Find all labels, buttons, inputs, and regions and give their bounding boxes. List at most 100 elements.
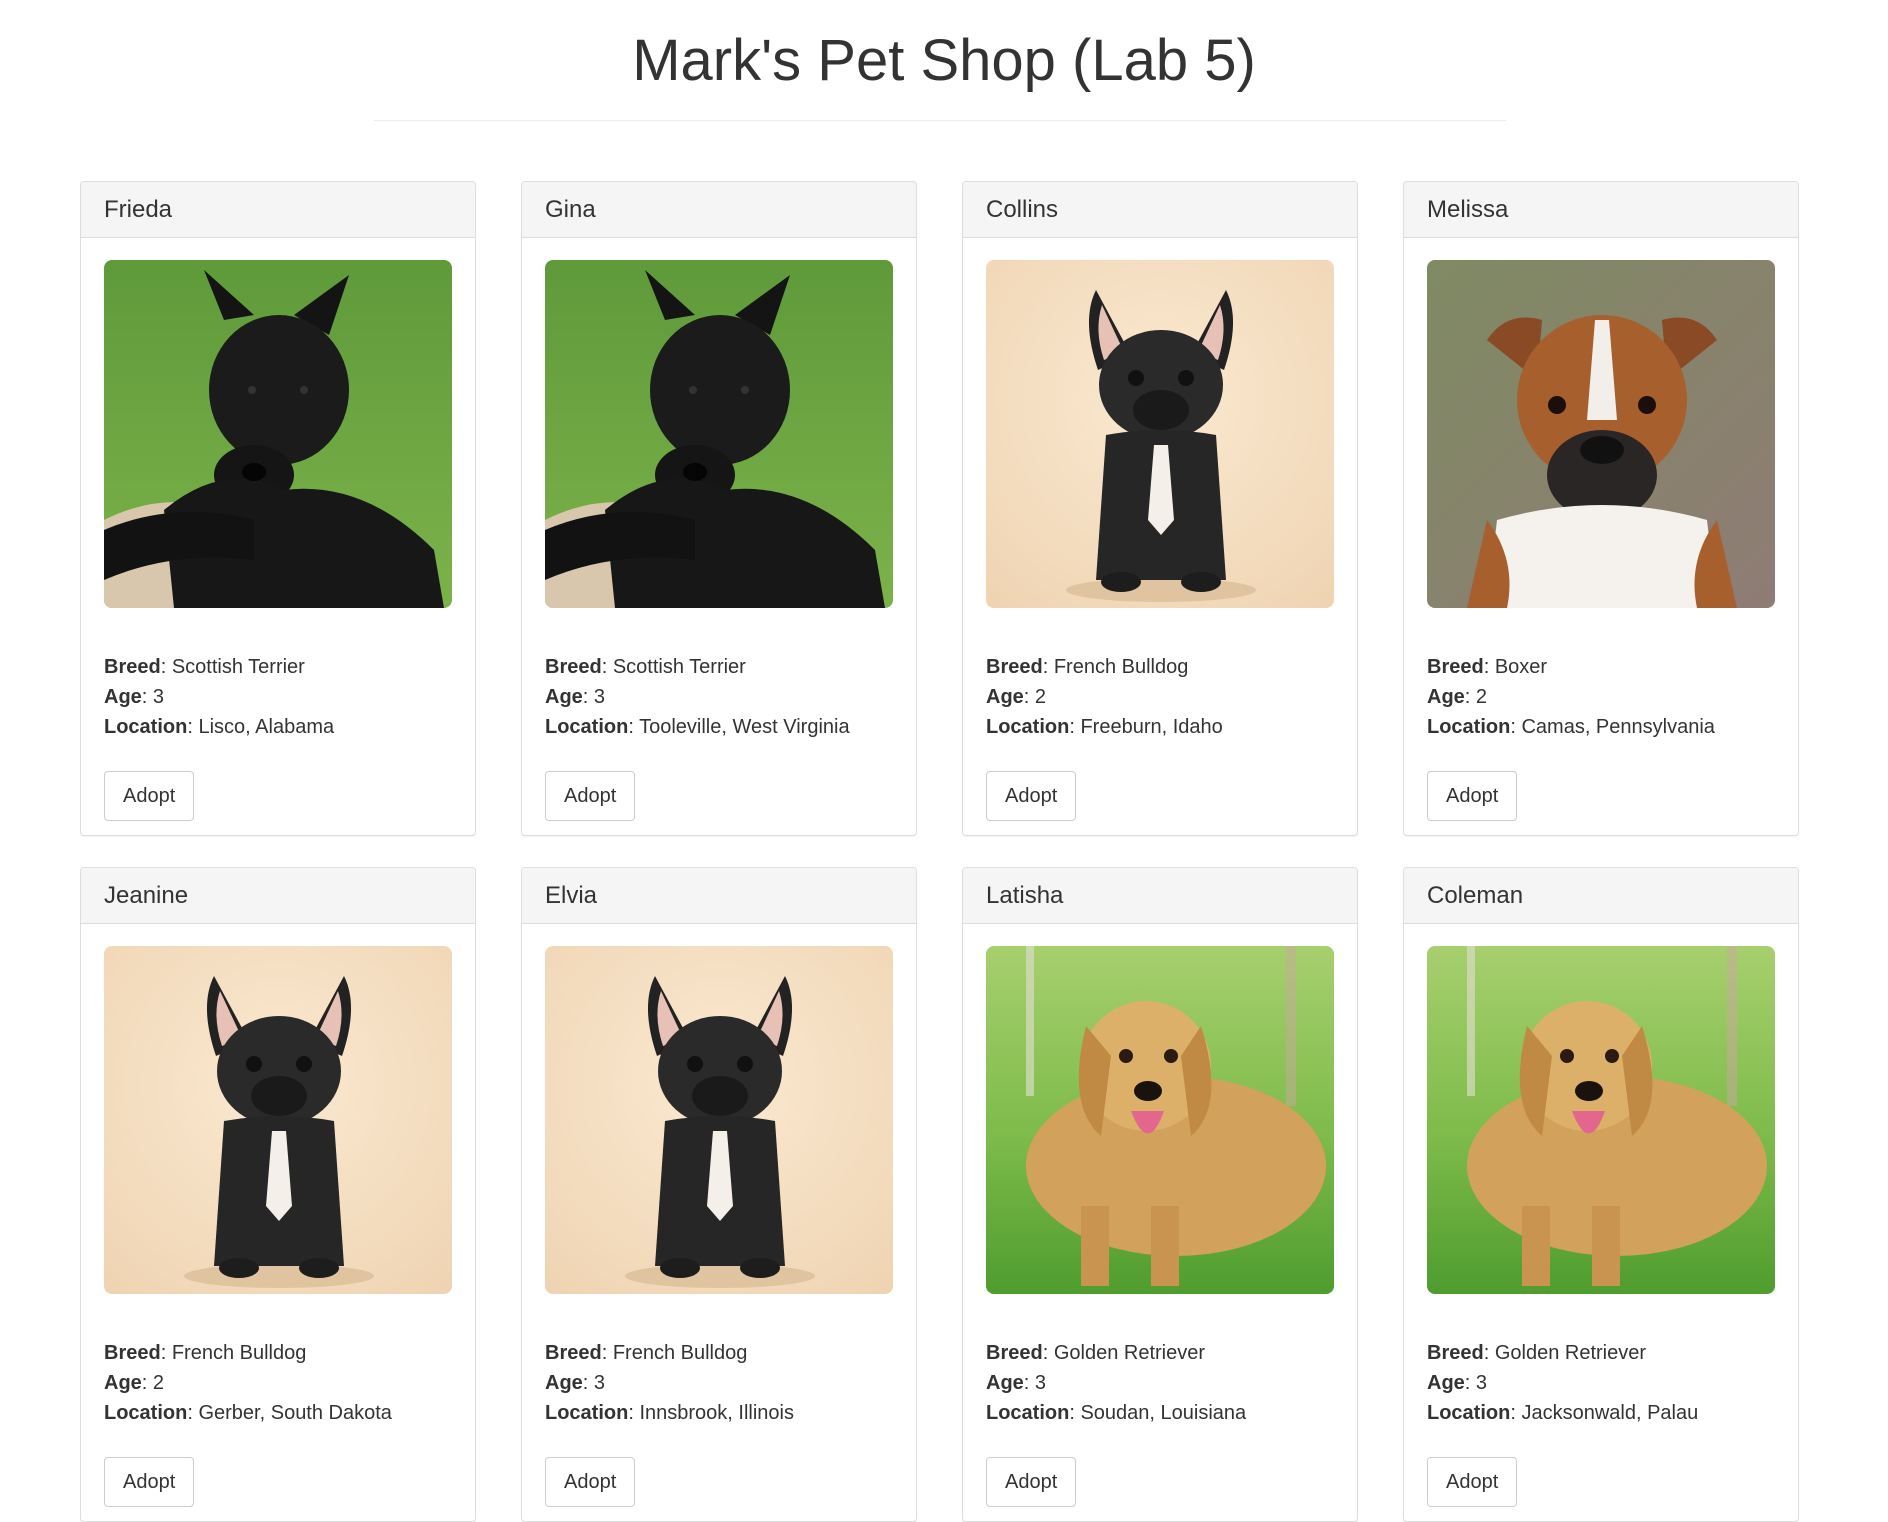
location-label: Location [1427,716,1511,738]
adopt-button[interactable]: Adopt [986,1457,1077,1507]
location-label: Location [104,1402,188,1424]
breed-value: French Bulldog [1053,656,1189,678]
age-value: 3 [1475,1372,1488,1394]
age-label: Age [986,686,1024,708]
breed-value: French Bulldog [171,1342,307,1364]
breed-value: Boxer [1494,656,1548,678]
age-line: Age: 3 [545,1372,606,1394]
age-value: 2 [152,1372,165,1394]
pet-photo-french-bulldog [986,260,1334,608]
age-label: Age [1427,686,1465,708]
age-line: Age: 2 [104,1372,165,1394]
age-label: Age [545,686,583,708]
breed-label: Breed [545,656,602,678]
pet-name: Frieda [81,182,475,238]
adopt-button[interactable]: Adopt [986,771,1077,821]
age-line: Age: 3 [545,686,606,708]
adopt-button[interactable]: Adopt [1427,1457,1518,1507]
pet-card: Collins Breed: French Bulldog Age: 2 Loc… [962,181,1358,836]
pet-card: Coleman Breed: Golden Retriever Age: 3 L… [1403,867,1799,1522]
age-label: Age [104,1372,142,1394]
location-value: Innsbrook, Illinois [639,1402,794,1424]
age-value: 3 [1034,1372,1047,1394]
breed-label: Breed [104,656,161,678]
age-value: 3 [152,686,165,708]
location-value: Lisco, Alabama [198,716,335,738]
breed-line: Breed: French Bulldog [986,656,1189,678]
pet-card: Melissa Breed: Boxer Age: 2 Location: Ca… [1403,181,1799,836]
pet-photo-boxer [1427,260,1775,608]
location-line: Location: Camas, Pennsylvania [1427,716,1715,738]
age-label: Age [986,1372,1024,1394]
pet-name: Elvia [522,868,916,924]
location-label: Location [986,1402,1070,1424]
age-line: Age: 3 [1427,1372,1488,1394]
pet-photo-golden-retriever [1427,946,1775,1294]
age-value: 2 [1475,686,1488,708]
breed-line: Breed: Scottish Terrier [104,656,305,678]
breed-line: Breed: Scottish Terrier [545,656,746,678]
adopt-button[interactable]: Adopt [1427,771,1518,821]
pet-card: Elvia Breed: French Bulldog Age: 3 Locat… [521,867,917,1522]
location-value: Tooleville, West Virginia [639,716,850,738]
breed-label: Breed [545,1342,602,1364]
location-line: Location: Soudan, Louisiana [986,1402,1247,1424]
location-line: Location: Gerber, South Dakota [104,1402,392,1424]
breed-value: Golden Retriever [1494,1342,1647,1364]
location-value: Camas, Pennsylvania [1521,716,1715,738]
breed-line: Breed: Boxer [1427,656,1548,678]
age-label: Age [1427,1372,1465,1394]
location-line: Location: Innsbrook, Illinois [545,1402,794,1424]
pet-name: Coleman [1404,868,1798,924]
pet-card: Jeanine Breed: French Bulldog Age: 2 Loc… [80,867,476,1522]
location-line: Location: Freeburn, Idaho [986,716,1223,738]
age-value: 3 [593,1372,606,1394]
breed-value: Golden Retriever [1053,1342,1206,1364]
age-label: Age [104,686,142,708]
location-label: Location [1427,1402,1511,1424]
location-value: Gerber, South Dakota [198,1402,392,1424]
location-line: Location: Jacksonwald, Palau [1427,1402,1699,1424]
pet-name: Latisha [963,868,1357,924]
location-value: Soudan, Louisiana [1080,1402,1247,1424]
pet-photo-golden-retriever [986,946,1334,1294]
breed-label: Breed [986,1342,1043,1364]
age-line: Age: 3 [104,686,165,708]
pet-card: Gina Breed: Scottish Terrier Age: 3 Loca… [521,181,917,836]
pet-name: Gina [522,182,916,238]
location-label: Location [104,716,188,738]
adopt-button[interactable]: Adopt [104,771,195,821]
age-line: Age: 2 [986,686,1047,708]
pet-photo-french-bulldog [104,946,452,1294]
page-title: Mark's Pet Shop (Lab 5) [632,28,1256,93]
location-line: Location: Lisco, Alabama [104,716,335,738]
page: Mark's Pet Shop (Lab 5) Frieda Breed: Sc… [0,0,1888,1522]
breed-value: French Bulldog [612,1342,748,1364]
location-value: Jacksonwald, Palau [1521,1402,1699,1424]
pet-grid: Frieda Breed: Scottish Terrier Age: 3 Lo… [80,181,1799,1522]
adopt-button[interactable]: Adopt [104,1457,195,1507]
breed-line: Breed: French Bulldog [104,1342,307,1364]
location-value: Freeburn, Idaho [1080,716,1223,738]
location-label: Location [986,716,1070,738]
location-label: Location [545,1402,629,1424]
pet-name: Melissa [1404,182,1798,238]
age-line: Age: 3 [986,1372,1047,1394]
breed-line: Breed: Golden Retriever [1427,1342,1647,1364]
breed-line: Breed: Golden Retriever [986,1342,1206,1364]
age-line: Age: 2 [1427,686,1488,708]
breed-label: Breed [104,1342,161,1364]
adopt-button[interactable]: Adopt [545,771,636,821]
age-value: 3 [593,686,606,708]
breed-label: Breed [986,656,1043,678]
location-line: Location: Tooleville, West Virginia [545,716,850,738]
pet-name: Jeanine [81,868,475,924]
breed-label: Breed [1427,656,1484,678]
pet-photo-scottish-terrier [104,260,452,608]
breed-value: Scottish Terrier [612,656,746,678]
adopt-button[interactable]: Adopt [545,1457,636,1507]
breed-label: Breed [1427,1342,1484,1364]
age-value: 2 [1034,686,1047,708]
pet-photo-french-bulldog [545,946,893,1294]
age-label: Age [545,1372,583,1394]
